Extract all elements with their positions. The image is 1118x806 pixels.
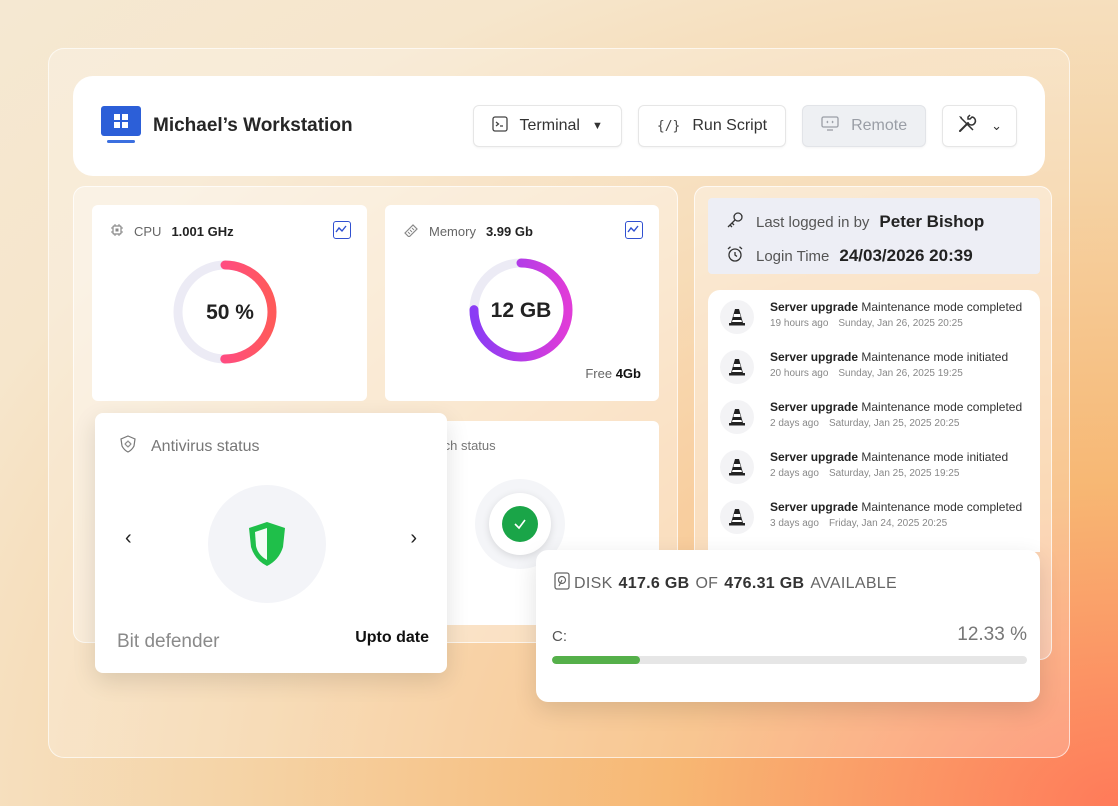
terminal-icon [491,116,508,136]
key-icon [726,211,746,233]
memory-free-value: 4Gb [615,366,641,381]
run-script-button[interactable]: {/} Run Script [637,105,787,147]
list-item[interactable]: Server upgrade Maintenance mode complete… [720,400,1022,434]
check-icon [502,506,538,542]
tools-menu-button[interactable]: ⌄ [942,105,1017,147]
event-ago: 2 days ago [770,418,819,429]
antivirus-provider: Bit defender [117,631,220,652]
login-time-value: 24/03/2026 20:39 [839,246,973,265]
tools-icon [957,113,977,139]
memory-center-value: 12 GB [491,299,552,322]
list-item[interactable]: Server upgrade Maintenance mode initiate… [720,450,1008,484]
terminal-label: Terminal [519,117,580,134]
event-list: Server upgrade Maintenance mode complete… [708,290,1040,552]
cpu-gauge: 50 % [173,260,277,364]
event-title: Server upgrade [770,300,859,314]
event-ago: 3 days ago [770,518,819,529]
event-desc: Maintenance mode completed [861,500,1023,514]
header-bar: Michael’s Workstation Terminal ▼ {/} Run… [73,76,1045,176]
login-time-label: Login Time [756,247,830,265]
event-ago: 2 days ago [770,468,819,479]
event-date: Saturday, Jan 25, 2025 19:25 [828,468,960,479]
shield-badge [208,485,326,603]
event-desc: Maintenance mode initiated [861,350,1009,364]
event-date: Friday, Jan 24, 2025 20:25 [828,518,948,529]
hard-drive-icon [554,572,570,595]
disk-available: 417.6 GB [618,574,690,592]
antivirus-title: Antivirus status [151,437,260,455]
disk-usage-fill [552,656,640,664]
disk-total: 476.31 GB [724,574,805,592]
shield-icon [249,522,285,566]
event-date: Sunday, Jan 26, 2025 20:25 [838,318,963,329]
run-script-label: Run Script [692,117,768,134]
remote-button[interactable]: Remote [802,105,927,147]
login-info: Last logged in by Peter Bishop Login Tim… [708,198,1040,274]
chevron-down-icon: ⌄ [991,118,1002,133]
event-title: Server upgrade [770,450,859,464]
disk-usage-bar [552,656,1027,664]
disk-available-label: AVAILABLE [810,574,897,592]
traffic-cone-icon [720,300,754,334]
alarm-clock-icon [726,245,746,267]
list-item[interactable]: Server upgrade Maintenance mode initiate… [720,350,1008,384]
event-title: Server upgrade [770,500,859,514]
traffic-cone-icon [720,500,754,534]
traffic-cone-icon [720,400,754,434]
virus-shield-icon [119,435,137,458]
antivirus-status: Upto date [355,629,429,646]
windows-logo-icon [101,106,141,146]
event-date: Sunday, Jan 26, 2025 19:25 [838,368,963,379]
patch-status-title: tch status [440,438,496,453]
cpu-percent: 50 % [206,301,254,324]
disk-label: DISK [574,574,613,592]
remote-label: Remote [851,117,908,134]
code-icon: {/} [656,118,681,134]
caret-down-icon: ▼ [591,120,603,132]
monitor-icon [821,116,839,136]
antivirus-card: Antivirus status ‹ › Bit defender Upto d… [95,413,447,673]
event-title: Server upgrade [770,400,859,414]
cpu-card: CPU 1.001 GHz 50 % [92,205,367,401]
event-ago: 19 hours ago [770,318,829,329]
event-desc: Maintenance mode initiated [861,450,1009,464]
traffic-cone-icon [720,350,754,384]
traffic-cone-icon [720,450,754,484]
disk-card: DISK 417.6 GB OF 476.31 GB AVAILABLE C: … [536,550,1040,702]
event-date: Saturday, Jan 25, 2025 20:25 [828,418,960,429]
last-logged-user: Peter Bishop [879,212,985,231]
last-logged-label: Last logged in by [756,213,870,231]
terminal-button[interactable]: Terminal ▼ [472,105,622,147]
previous-arrow-icon[interactable]: ‹ [125,527,132,550]
memory-free: Free 4Gb [585,366,641,381]
list-item[interactable]: Server upgrade Maintenance mode complete… [720,300,1022,334]
disk-of: OF [695,574,719,592]
memory-card: Memory 3.99 Gb 12 GB Free 4Gb [385,205,659,401]
disk-percent: 12.33 % [957,624,1027,645]
event-desc: Maintenance mode completed [861,400,1023,414]
drive-label: C: [552,628,567,645]
event-desc: Maintenance mode completed [861,300,1023,314]
next-arrow-icon[interactable]: › [410,527,417,550]
event-title: Server upgrade [770,350,859,364]
page-title: Michael’s Workstation [153,115,353,136]
list-item[interactable]: Server upgrade Maintenance mode complete… [720,500,1022,534]
event-ago: 20 hours ago [770,368,829,379]
memory-free-label: Free [585,366,613,381]
